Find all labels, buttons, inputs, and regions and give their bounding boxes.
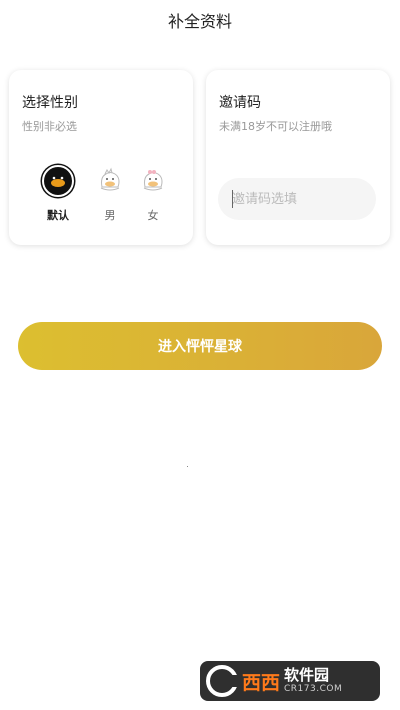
invite-card-subtitle: 未满18岁不可以注册哦: [219, 120, 332, 133]
gender-options: 默认 男 女: [9, 165, 193, 225]
gender-option-female[interactable]: 女: [133, 165, 173, 223]
gender-option-label: 女: [147, 209, 159, 222]
gender-card-subtitle: 性别非必选: [22, 120, 77, 133]
watermark-url: CR173.COM: [284, 684, 343, 694]
gender-option-label: 男: [104, 209, 116, 222]
gender-option-default[interactable]: 默认: [38, 165, 78, 223]
female-duck-avatar-icon: [137, 165, 169, 197]
invite-code-input[interactable]: [218, 178, 376, 220]
gender-card-title: 选择性别: [22, 95, 78, 111]
text-caret: [232, 190, 233, 208]
site-watermark: 西西 软件园 CR173.COM: [200, 661, 380, 701]
profile-completion-screen: 补全资料 选择性别 性别非必选 默认 男 女 邀请码 未满18岁不可以注册哦 邀…: [0, 0, 400, 710]
black-duck-avatar-icon: [42, 165, 74, 197]
stray-dot: [187, 466, 188, 467]
page-title: 补全资料: [167, 12, 232, 31]
gender-option-label: 默认: [47, 209, 69, 222]
gender-card: 选择性别 性别非必选 默认 男 女: [9, 70, 193, 245]
watermark-brand: 西西: [242, 671, 281, 694]
male-duck-avatar-icon: [94, 165, 126, 197]
watermark-name: 软件园: [284, 666, 330, 684]
gender-option-male[interactable]: 男: [90, 165, 130, 223]
invite-card: 邀请码 未满18岁不可以注册哦: [206, 70, 390, 245]
invite-card-title: 邀请码: [219, 95, 261, 111]
enter-planet-button[interactable]: 进入怦怦星球: [18, 322, 382, 370]
watermark-logo-icon: [206, 665, 238, 697]
